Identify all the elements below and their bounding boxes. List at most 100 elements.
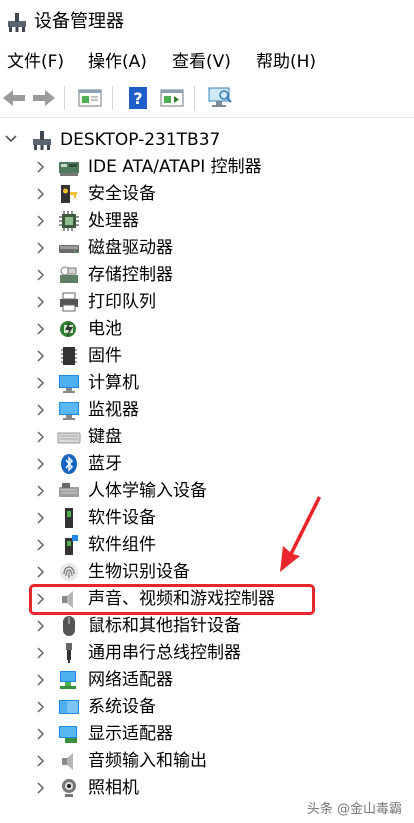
update-driver-button[interactable] <box>158 84 186 112</box>
monitor-icon <box>59 402 79 420</box>
tree-item[interactable]: 系统设备 <box>0 693 414 720</box>
tree-item[interactable]: 音频输入和输出 <box>0 747 414 774</box>
chevron-right-icon[interactable] <box>34 778 46 798</box>
tree-item[interactable]: 生物识别设备 <box>0 558 414 585</box>
chevron-right-icon[interactable] <box>34 616 46 636</box>
ide-controller-icon <box>59 162 79 176</box>
chevron-right-icon[interactable] <box>34 265 46 285</box>
toolbar: ? <box>0 78 414 118</box>
properties-icon <box>78 89 102 107</box>
back-button[interactable] <box>0 84 28 112</box>
tree-item-label: 软件组件 <box>88 535 156 555</box>
tree-item[interactable]: IDE ATA/ATAPI 控制器 <box>0 153 414 180</box>
tree-item[interactable]: 存储控制器 <box>0 261 414 288</box>
chevron-right-icon[interactable] <box>34 697 46 717</box>
tree-item[interactable]: 监视器 <box>0 396 414 423</box>
tree-item-label: 鼠标和其他指针设备 <box>88 616 241 636</box>
menu-action[interactable]: 操作(A) <box>88 50 147 74</box>
fingerprint-icon <box>60 563 78 581</box>
network-adapter-icon <box>60 671 76 689</box>
chevron-right-icon[interactable] <box>34 427 46 447</box>
computer-root-icon <box>33 131 51 150</box>
menu-file[interactable]: 文件(F) <box>7 50 64 74</box>
disk-drive-icon <box>59 245 79 253</box>
tree-item[interactable]: 显示适配器 <box>0 720 414 747</box>
display-adapter-icon <box>59 726 77 743</box>
tree-item[interactable]: 处理器 <box>0 207 414 234</box>
chevron-right-icon[interactable] <box>34 670 46 690</box>
security-device-icon <box>61 185 77 203</box>
tree-item[interactable]: 磁盘驱动器 <box>0 234 414 261</box>
tree-item-label: 软件设备 <box>88 508 156 528</box>
annotation-arrow <box>280 496 321 572</box>
forward-button[interactable] <box>30 84 58 112</box>
menu-help[interactable]: 帮助(H) <box>256 50 316 74</box>
chevron-right-icon[interactable] <box>34 562 46 582</box>
properties-button[interactable] <box>76 84 104 112</box>
tree-item[interactable]: 通用串行总线控制器 <box>0 639 414 666</box>
tree-item[interactable]: 照相机 <box>0 774 414 801</box>
tree-item-label: 照相机 <box>88 778 139 798</box>
tree-item[interactable]: 网络适配器 <box>0 666 414 693</box>
firmware-icon <box>61 347 77 365</box>
tree-item-label: 显示适配器 <box>88 724 173 744</box>
software-device-icon <box>65 508 73 528</box>
tree-item[interactable]: 计算机 <box>0 369 414 396</box>
tree-item[interactable]: 软件组件 <box>0 531 414 558</box>
help-icon: ? <box>129 87 147 109</box>
watermark: 头条 @金山毒霸 <box>306 802 402 817</box>
chevron-right-icon[interactable] <box>34 373 46 393</box>
tree-item[interactable]: 软件设备 <box>0 504 414 531</box>
scan-hardware-icon <box>208 87 232 107</box>
chevron-right-icon[interactable] <box>34 751 46 771</box>
tree-item-label: 系统设备 <box>88 697 156 717</box>
mouse-icon <box>63 616 75 636</box>
tree-item[interactable]: 鼠标和其他指针设备 <box>0 612 414 639</box>
tree-item[interactable]: 电池 <box>0 315 414 342</box>
help-button[interactable]: ? <box>124 84 152 112</box>
update-driver-icon <box>160 89 184 107</box>
forward-icon <box>33 90 55 106</box>
tree-item[interactable]: 人体学输入设备 <box>0 477 414 504</box>
tree-item-label: 网络适配器 <box>88 670 173 690</box>
tree-item[interactable]: 安全设备 <box>0 180 414 207</box>
chevron-right-icon[interactable] <box>34 319 46 339</box>
chevron-right-icon[interactable] <box>34 400 46 420</box>
chevron-right-icon[interactable] <box>34 535 46 555</box>
tree-item-label: 监视器 <box>88 400 139 420</box>
system-device-icon <box>59 700 79 714</box>
battery-icon <box>60 321 76 337</box>
chevron-right-icon[interactable] <box>34 346 46 366</box>
chevron-right-icon[interactable] <box>34 157 46 177</box>
tree-item-label: 计算机 <box>88 373 139 393</box>
tree-item-label: 固件 <box>88 346 122 366</box>
chevron-right-icon[interactable] <box>34 292 46 312</box>
tree-item-label: 磁盘驱动器 <box>88 238 173 258</box>
chevron-right-icon[interactable] <box>34 238 46 258</box>
tree-root[interactable]: DESKTOP-231TB37 <box>0 126 414 153</box>
tree-item-label: 蓝牙 <box>88 454 122 474</box>
chevron-right-icon[interactable] <box>34 508 46 528</box>
tree-item-label: 存储控制器 <box>88 265 173 285</box>
tree-item-label: IDE ATA/ATAPI 控制器 <box>88 157 262 177</box>
title-bar: 设备管理器 <box>0 0 414 44</box>
tree-item[interactable]: 蓝牙 <box>0 450 414 477</box>
tree-item[interactable]: 键盘 <box>0 423 414 450</box>
chevron-right-icon[interactable] <box>34 643 46 663</box>
tree-item-label: 处理器 <box>88 211 139 231</box>
software-component-icon <box>65 535 78 555</box>
hid-icon <box>59 483 79 497</box>
chevron-right-icon[interactable] <box>34 184 46 204</box>
chevron-right-icon[interactable] <box>34 481 46 501</box>
chevron-down-icon[interactable] <box>4 129 18 149</box>
chevron-right-icon[interactable] <box>34 454 46 474</box>
tree-item[interactable]: 打印队列 <box>0 288 414 315</box>
chevron-right-icon[interactable] <box>34 211 46 231</box>
chevron-right-icon[interactable] <box>34 724 46 744</box>
tree-item-label: 电池 <box>88 319 122 339</box>
tree-item[interactable]: 固件 <box>0 342 414 369</box>
tree-item-label: 键盘 <box>88 427 122 447</box>
toolbar-separator <box>64 86 65 110</box>
menu-view[interactable]: 查看(V) <box>172 50 231 74</box>
scan-hardware-button[interactable] <box>206 84 234 112</box>
